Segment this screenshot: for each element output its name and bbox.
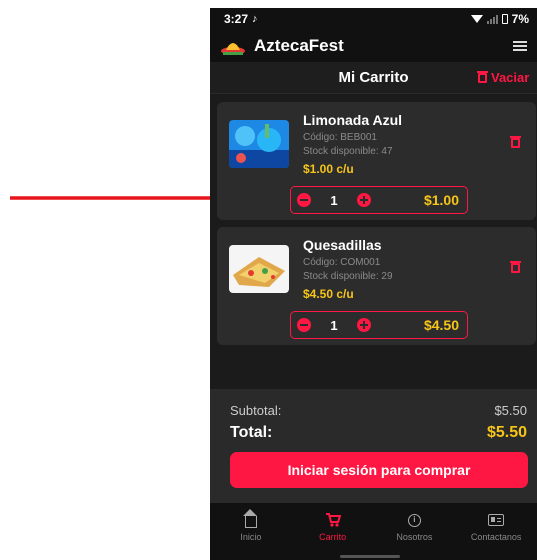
quantity-stepper: 1 $4.50 bbox=[290, 311, 468, 339]
total-label: Total: bbox=[230, 424, 273, 441]
nav-label: Contactanos bbox=[470, 532, 522, 542]
item-total: $1.00 bbox=[423, 192, 459, 208]
quantity-stepper: 1 $1.00 bbox=[290, 186, 468, 214]
wifi-icon bbox=[470, 15, 483, 23]
clear-cart-label: Vaciar bbox=[491, 70, 530, 85]
order-summary: Subtotal: $5.50 Total: $5.50 Iniciar ses… bbox=[210, 389, 537, 503]
product-stock: Stock disponible: 47 bbox=[303, 146, 393, 157]
nav-item-carrito[interactable]: Carrito bbox=[292, 503, 374, 560]
clear-cart-button[interactable]: Vaciar bbox=[477, 70, 530, 85]
minus-icon[interactable] bbox=[297, 193, 311, 207]
status-time: 3:27 bbox=[224, 12, 249, 26]
bottom-nav: Inicio Carrito i Nosotros Contactanos bbox=[210, 503, 537, 560]
info-icon: i bbox=[407, 513, 421, 527]
nav-item-inicio[interactable]: Inicio bbox=[210, 503, 292, 560]
cart-icon bbox=[325, 513, 341, 527]
menu-icon[interactable] bbox=[513, 41, 527, 51]
app-name: AztecaFest bbox=[254, 36, 344, 55]
product-stock: Stock disponible: 29 bbox=[303, 271, 393, 282]
remove-item-icon[interactable] bbox=[510, 136, 521, 148]
cart-item: Limonada Azul Código: BEB001 Stock dispo… bbox=[217, 102, 536, 220]
contact-card-icon bbox=[488, 514, 505, 526]
home-icon bbox=[242, 509, 257, 528]
unit-price: $4.50 c/u bbox=[303, 287, 354, 301]
nav-item-nosotros[interactable]: i Nosotros bbox=[374, 503, 456, 560]
product-image bbox=[229, 120, 289, 168]
quantity-value: 1 bbox=[330, 192, 338, 208]
minus-icon[interactable] bbox=[297, 318, 311, 332]
product-code: Código: BEB001 bbox=[303, 132, 377, 143]
battery-level: 7% bbox=[511, 12, 529, 26]
battery-icon bbox=[501, 14, 508, 24]
nav-label: Nosotros bbox=[396, 532, 433, 542]
quantity-value: 1 bbox=[330, 317, 338, 333]
nav-label: Carrito bbox=[319, 532, 347, 542]
product-name: Quesadillas bbox=[303, 237, 382, 253]
remove-item-icon[interactable] bbox=[510, 261, 521, 273]
total-value: $5.50 bbox=[486, 424, 527, 441]
tiktok-icon: ♪ bbox=[252, 13, 258, 25]
subtotal-row: Subtotal: $5.50 bbox=[230, 403, 527, 418]
page-title: Mi Carrito bbox=[338, 69, 409, 86]
nav-item-contactanos[interactable]: Contactanos bbox=[455, 503, 537, 560]
plus-icon[interactable] bbox=[357, 318, 371, 332]
cart-header: Mi Carrito Vaciar bbox=[210, 62, 537, 94]
signal-icon bbox=[486, 14, 498, 24]
nav-label: Inicio bbox=[240, 532, 262, 542]
login-to-buy-button[interactable]: Iniciar sesión para comprar bbox=[230, 452, 528, 488]
phone-screen: 3:27 ♪ 7% AztecaFest Mi Carrito Vaciar L… bbox=[210, 8, 537, 560]
product-name: Limonada Azul bbox=[303, 112, 403, 128]
subtotal-value: $5.50 bbox=[494, 403, 527, 418]
subtotal-label: Subtotal: bbox=[230, 403, 282, 418]
unit-price: $1.00 c/u bbox=[303, 162, 354, 176]
product-image bbox=[229, 245, 289, 293]
gesture-handle bbox=[340, 555, 400, 558]
app-logo bbox=[221, 43, 245, 55]
trash-icon bbox=[477, 70, 488, 83]
total-row: Total: $5.50 bbox=[230, 424, 527, 442]
status-bar: 3:27 ♪ 7% bbox=[210, 8, 537, 30]
cart-item: Quesadillas Código: COM001 Stock disponi… bbox=[217, 227, 536, 345]
item-total: $4.50 bbox=[423, 317, 459, 333]
plus-icon[interactable] bbox=[357, 193, 371, 207]
product-code: Código: COM001 bbox=[303, 257, 381, 268]
app-bar: AztecaFest bbox=[210, 30, 537, 62]
